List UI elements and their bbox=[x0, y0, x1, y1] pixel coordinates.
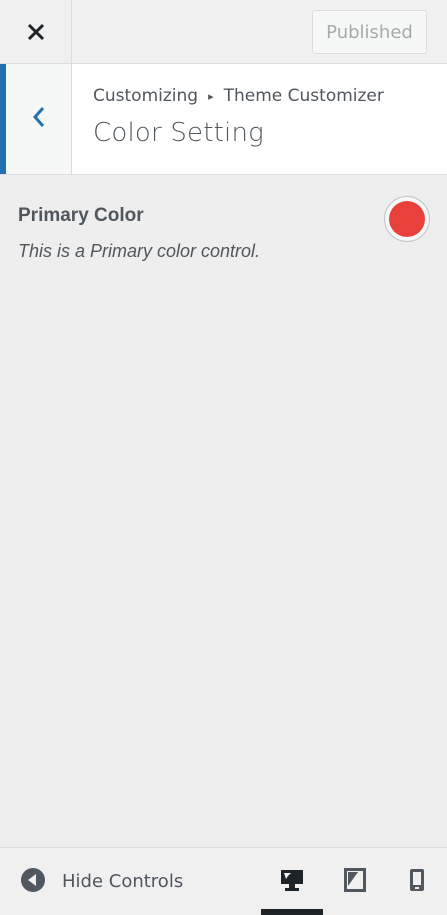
color-swatch bbox=[389, 201, 425, 237]
active-device-indicator bbox=[261, 909, 323, 915]
customizer-header: Published bbox=[0, 0, 447, 64]
close-button[interactable] bbox=[0, 0, 72, 64]
control-description: This is a Primary color control. bbox=[18, 241, 261, 261]
publish-button[interactable]: Published bbox=[312, 10, 427, 54]
close-icon bbox=[27, 23, 45, 41]
section-header: Customizing ▸ Theme Customizer Color Set… bbox=[0, 64, 447, 175]
section-title-wrap: Customizing ▸ Theme Customizer Color Set… bbox=[93, 86, 384, 148]
preview-mobile-button[interactable] bbox=[386, 848, 447, 915]
section-title: Color Setting bbox=[93, 118, 264, 148]
hide-controls-label: Hide Controls bbox=[62, 871, 184, 892]
hide-controls-button[interactable]: Hide Controls bbox=[20, 848, 183, 915]
breadcrumb: Customizing ▸ Theme Customizer bbox=[93, 86, 384, 106]
breadcrumb-separator-icon: ▸ bbox=[208, 89, 214, 103]
back-button[interactable] bbox=[0, 64, 72, 174]
desktop-icon bbox=[280, 868, 304, 896]
mobile-icon bbox=[409, 868, 425, 896]
breadcrumb-current: Theme Customizer bbox=[223, 86, 384, 106]
tablet-icon bbox=[344, 867, 366, 896]
primary-color-control: Primary Color This is a Primary color co… bbox=[18, 196, 430, 262]
preview-desktop-button[interactable] bbox=[261, 848, 323, 915]
breadcrumb-root: Customizing bbox=[93, 86, 199, 106]
control-title: Primary Color bbox=[18, 205, 144, 226]
preview-tablet-button[interactable] bbox=[324, 848, 386, 915]
color-picker-button[interactable] bbox=[384, 196, 430, 242]
chevron-left-icon bbox=[32, 106, 46, 132]
collapse-arrow-icon bbox=[20, 867, 46, 897]
customizer-footer: Hide Controls bbox=[0, 847, 447, 915]
